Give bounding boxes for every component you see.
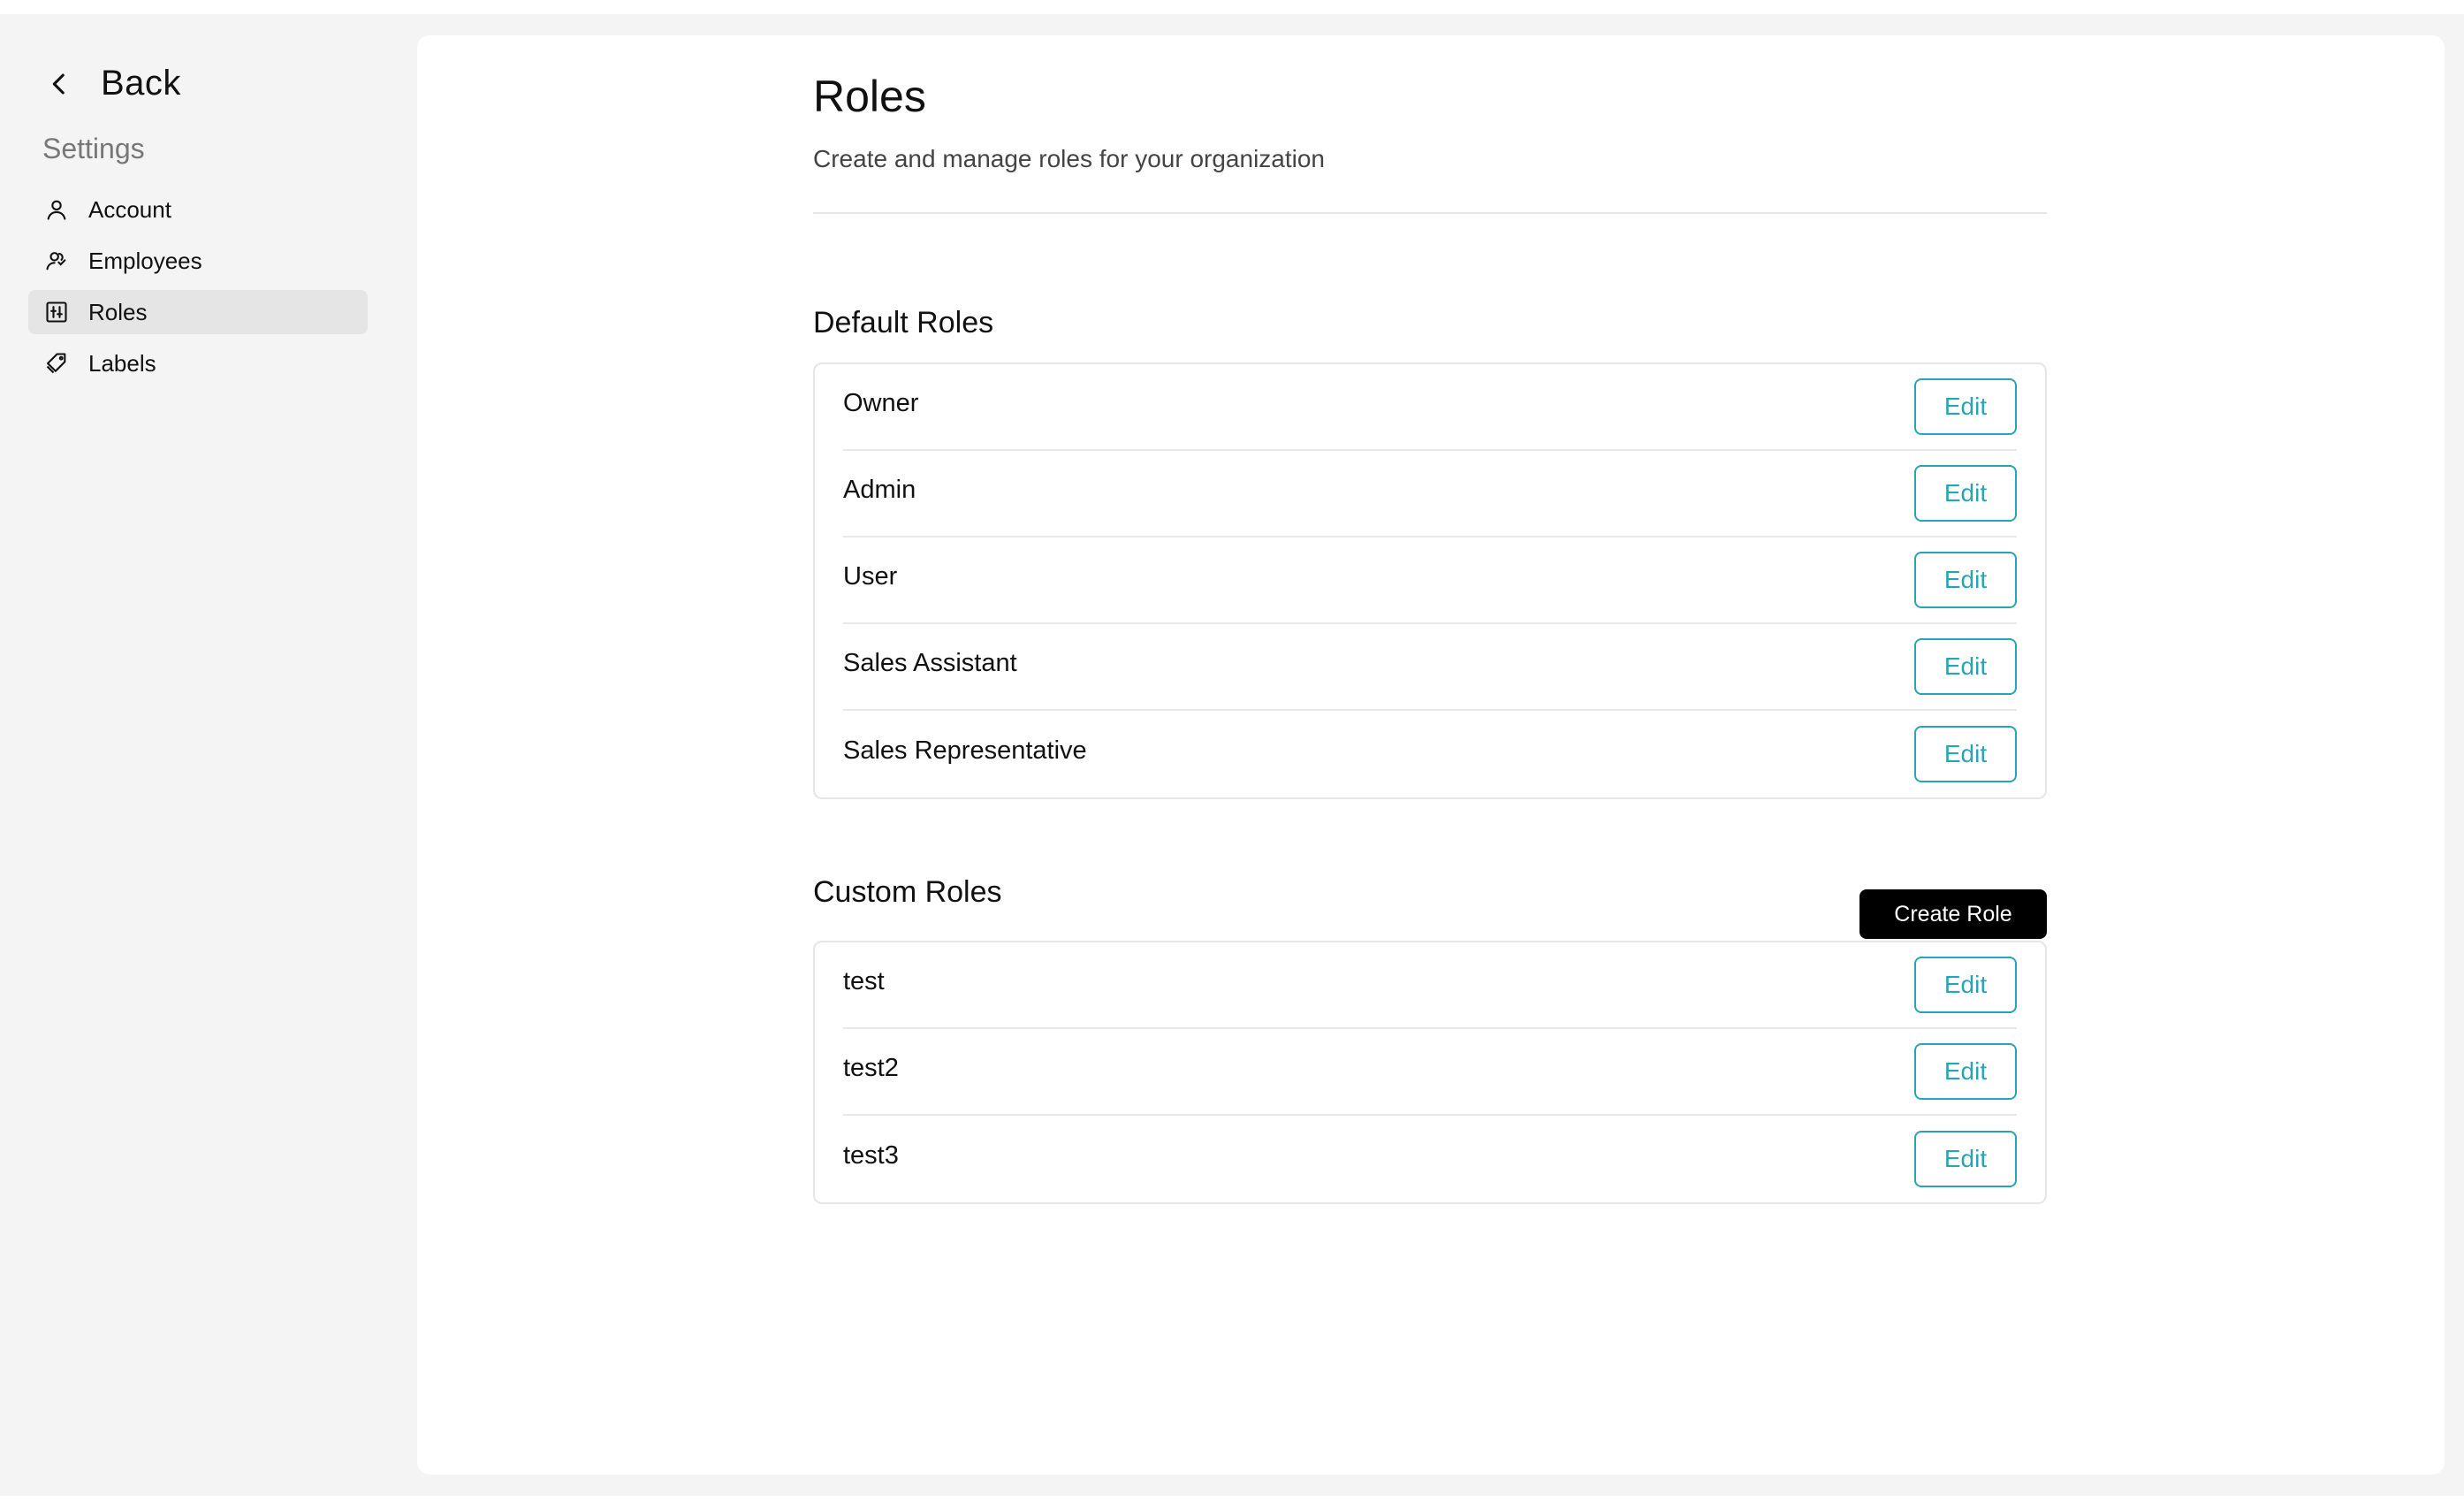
list-item: User Edit	[843, 538, 2017, 624]
users-icon	[44, 248, 69, 273]
list-item: test3 Edit	[843, 1116, 2017, 1202]
sidebar-item-roles[interactable]: Roles	[28, 290, 368, 334]
app-frame: Back Settings Account Employees Roles La…	[0, 14, 2464, 1496]
back-label: Back	[101, 64, 181, 103]
edit-button[interactable]: Edit	[1914, 638, 2017, 695]
sidebar-item-label: Roles	[88, 298, 148, 325]
custom-roles-list: test Edit test2 Edit test3 Edit	[813, 941, 2047, 1204]
tag-icon	[44, 351, 69, 376]
list-item: Sales Assistant Edit	[843, 624, 2017, 711]
edit-button[interactable]: Edit	[1914, 552, 2017, 608]
edit-button[interactable]: Edit	[1914, 465, 2017, 522]
back-button[interactable]: Back	[44, 64, 181, 103]
list-item: test2 Edit	[843, 1029, 2017, 1116]
list-item: Admin Edit	[843, 451, 2017, 538]
edit-button[interactable]: Edit	[1914, 378, 2017, 435]
sidebar-item-label: Labels	[88, 349, 156, 377]
chevron-left-icon	[44, 69, 74, 99]
edit-button[interactable]: Edit	[1914, 1043, 2017, 1100]
custom-roles-title: Custom Roles	[813, 875, 1002, 909]
list-item: Sales Representative Edit	[843, 711, 2017, 797]
create-role-button[interactable]: Create Role	[1859, 889, 2047, 939]
settings-heading: Settings	[42, 133, 145, 164]
default-roles-list: Owner Edit Admin Edit User Edit Sales As…	[813, 362, 2047, 799]
list-item: test Edit	[843, 942, 2017, 1029]
role-name: test3	[843, 1140, 899, 1170]
page-subtitle: Create and manage roles for your organiz…	[813, 145, 1326, 172]
user-icon	[44, 197, 69, 222]
divider	[813, 212, 2047, 214]
edit-button[interactable]: Edit	[1914, 957, 2017, 1013]
sidebar-item-employees[interactable]: Employees	[28, 239, 368, 283]
settings-sidebar: Back Settings Account Employees Roles La…	[0, 14, 415, 1496]
list-item: Owner Edit	[843, 364, 2017, 451]
sidebar-item-label: Account	[88, 195, 171, 223]
settings-nav: Account Employees Roles Labels	[28, 187, 368, 393]
role-name: Owner	[843, 388, 919, 417]
sidebar-item-label: Employees	[88, 247, 202, 274]
role-name: test2	[843, 1053, 899, 1082]
role-name: test	[843, 966, 885, 995]
page-title: Roles	[813, 72, 926, 121]
edit-button[interactable]: Edit	[1914, 726, 2017, 782]
sidebar-item-account[interactable]: Account	[28, 187, 368, 232]
main-panel: Roles Create and manage roles for your o…	[417, 35, 2445, 1475]
roles-icon	[44, 300, 69, 324]
sidebar-item-labels[interactable]: Labels	[28, 341, 368, 385]
role-name: Sales Representative	[843, 736, 1087, 765]
default-roles-title: Default Roles	[813, 306, 994, 339]
edit-button[interactable]: Edit	[1914, 1131, 2017, 1187]
role-name: User	[843, 561, 898, 591]
role-name: Sales Assistant	[843, 648, 1017, 677]
role-name: Admin	[843, 475, 916, 504]
